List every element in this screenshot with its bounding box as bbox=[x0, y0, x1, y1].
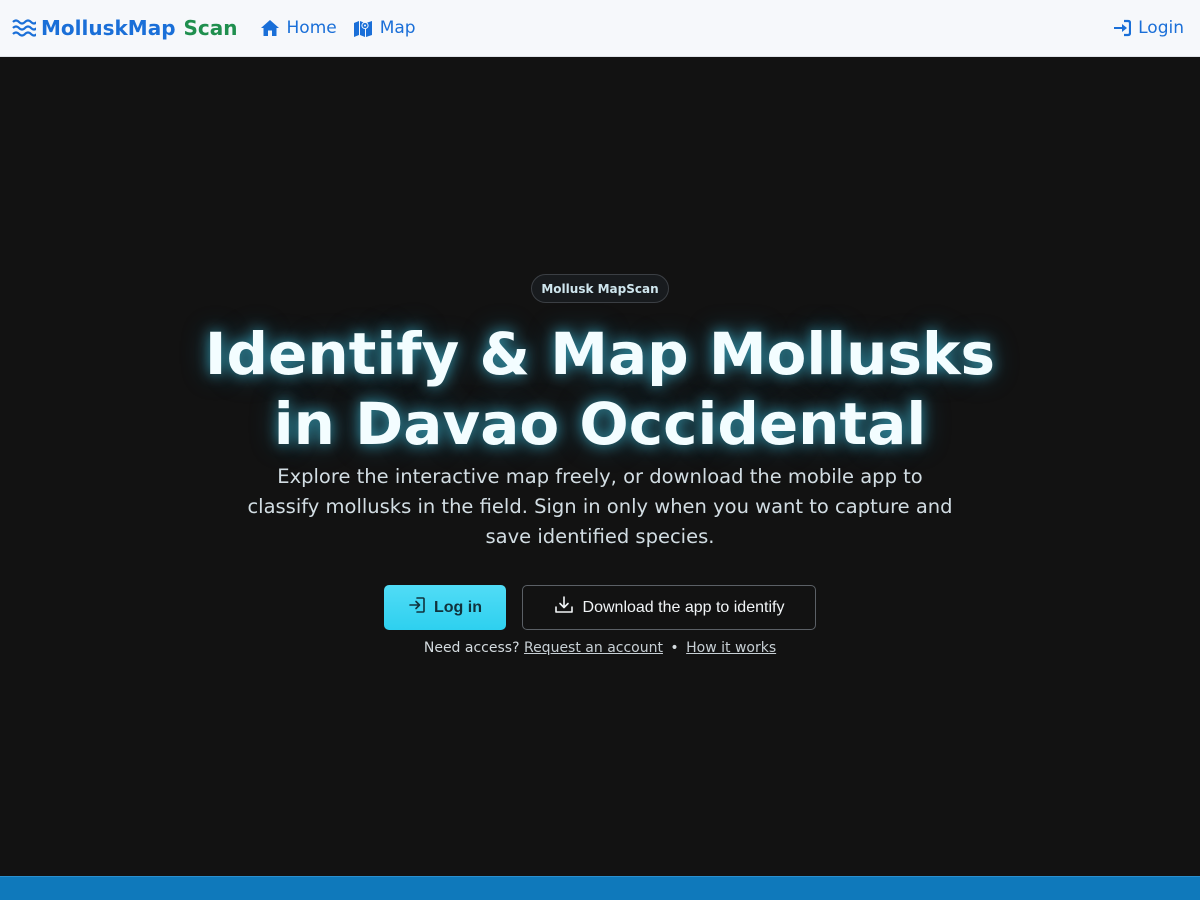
download-app-button[interactable]: Download the app to identify bbox=[522, 585, 816, 630]
nav-map-link[interactable]: Map bbox=[353, 18, 416, 38]
hero-title: Identify & Map Mollusks in Davao Occiden… bbox=[150, 319, 1050, 459]
download-button-label: Download the app to identify bbox=[582, 598, 785, 616]
download-icon bbox=[554, 596, 574, 619]
nav-login-link[interactable]: Login bbox=[1113, 18, 1184, 38]
login-arrow-icon bbox=[408, 596, 426, 619]
sign-in-icon bbox=[1113, 19, 1132, 37]
separator-dot: • bbox=[670, 640, 679, 656]
nav-map-label: Map bbox=[379, 18, 416, 38]
nav-links: Home Map bbox=[260, 18, 416, 38]
nav-login-label: Login bbox=[1138, 18, 1184, 38]
request-account-link[interactable]: Request an account bbox=[524, 640, 663, 656]
waves-icon bbox=[12, 19, 36, 37]
footer-bar bbox=[0, 876, 1200, 900]
how-it-works-link[interactable]: How it works bbox=[686, 640, 776, 656]
hero-section: Mollusk MapScan Identify & Map Mollusks … bbox=[0, 57, 1200, 876]
home-icon bbox=[260, 19, 280, 37]
nav-home-link[interactable]: Home bbox=[260, 18, 337, 38]
nav-home-label: Home bbox=[286, 18, 337, 38]
hero-title-line2: in Davao Occidental bbox=[273, 390, 927, 458]
login-button[interactable]: Log in bbox=[384, 585, 506, 630]
access-prefix: Need access? bbox=[423, 640, 520, 656]
map-icon bbox=[353, 19, 373, 37]
hero-title-line1: Identify & Map Mollusks bbox=[204, 320, 996, 388]
brand-logo[interactable]: MolluskMap Scan bbox=[12, 16, 238, 40]
login-button-label: Log in bbox=[434, 598, 482, 616]
brand-name-part1: MolluskMap bbox=[41, 16, 176, 40]
hero-badge: Mollusk MapScan bbox=[531, 274, 669, 303]
top-navbar: MolluskMap Scan Home Map Login bbox=[0, 0, 1200, 57]
brand-name-part2: Scan bbox=[183, 16, 238, 40]
hero-subtitle: Explore the interactive map freely, or d… bbox=[247, 465, 953, 548]
nav-right: Login bbox=[1113, 18, 1184, 38]
access-links: Need access? Request an account • How it… bbox=[300, 640, 900, 656]
